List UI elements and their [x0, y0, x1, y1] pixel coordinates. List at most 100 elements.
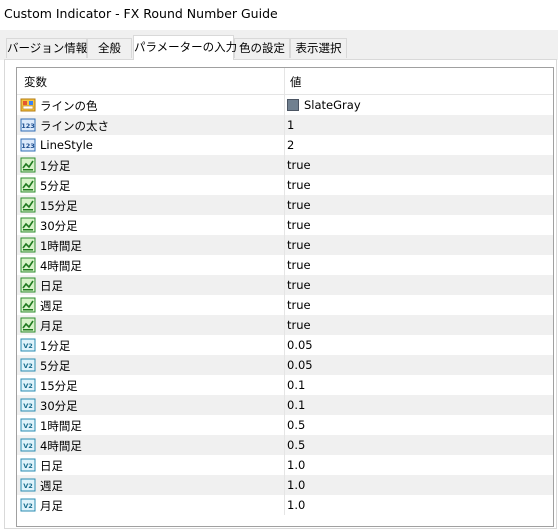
table-row[interactable]: V2 1時間足 0.5	[17, 415, 553, 435]
parameter-value[interactable]: true	[287, 178, 311, 192]
parameter-name: 30分足	[40, 219, 78, 233]
window-title: Custom Indicator - FX Round Number Guide	[4, 6, 278, 21]
parameter-value[interactable]: true	[287, 278, 311, 292]
double-icon: V2	[20, 457, 36, 473]
tab-parameters[interactable]: パラメーターの入力	[133, 35, 237, 60]
parameter-value[interactable]: 1	[287, 118, 294, 132]
parameter-value[interactable]: true	[287, 218, 311, 232]
table-row[interactable]: 15分足 true	[17, 195, 553, 215]
column-divider[interactable]	[284, 68, 285, 94]
boolean-icon	[20, 177, 36, 193]
parameter-name: LineStyle	[40, 138, 93, 152]
table-row[interactable]: V2 月足 1.0	[17, 495, 553, 515]
table-row[interactable]: V2 15分足 0.1	[17, 375, 553, 395]
integer-icon: 123	[20, 117, 36, 133]
parameter-value[interactable]: true	[287, 238, 311, 252]
parameter-value[interactable]: true	[287, 298, 311, 312]
column-divider	[284, 95, 285, 115]
parameter-value[interactable]: 2	[287, 138, 294, 152]
column-divider	[284, 315, 285, 335]
parameter-value[interactable]: 0.1	[287, 378, 305, 392]
boolean-icon	[20, 237, 36, 253]
table-row[interactable]: V2 週足 1.0	[17, 475, 553, 495]
svg-text:V2: V2	[23, 422, 33, 430]
double-icon: V2	[20, 337, 36, 353]
table-header: 変数 値	[17, 68, 553, 95]
parameter-value[interactable]: 0.5	[287, 418, 305, 432]
parameter-value[interactable]: true	[287, 198, 311, 212]
double-icon: V2	[20, 477, 36, 493]
parameter-name: 15分足	[40, 199, 78, 213]
column-divider	[284, 495, 285, 515]
parameter-name: 30分足	[40, 399, 78, 413]
parameter-name: 5分足	[40, 179, 71, 193]
boolean-icon	[20, 257, 36, 273]
svg-text:V2: V2	[23, 362, 33, 370]
tab-colors[interactable]: 色の設定	[234, 38, 290, 58]
table-row[interactable]: V2 30分足 0.1	[17, 395, 553, 415]
parameter-value[interactable]: 1.0	[287, 498, 305, 512]
table-row[interactable]: 日足 true	[17, 275, 553, 295]
boolean-icon	[20, 297, 36, 313]
parameter-value[interactable]: true	[287, 158, 311, 172]
boolean-icon	[20, 217, 36, 233]
svg-text:V2: V2	[23, 442, 33, 450]
svg-text:V2: V2	[23, 462, 33, 470]
table-row[interactable]: ラインの色 SlateGray	[17, 95, 553, 115]
table-row[interactable]: 123 ラインの太さ 1	[17, 115, 553, 135]
svg-text:V2: V2	[23, 482, 33, 490]
parameter-name: 1分足	[40, 159, 71, 173]
svg-text:V2: V2	[23, 342, 33, 350]
svg-text:V2: V2	[23, 402, 33, 410]
table-row[interactable]: V2 4時間足 0.5	[17, 435, 553, 455]
column-divider	[284, 395, 285, 415]
parameter-value[interactable]: 0.05	[287, 338, 313, 352]
double-icon: V2	[20, 377, 36, 393]
parameter-value[interactable]: 1.0	[287, 458, 305, 472]
double-icon: V2	[20, 357, 36, 373]
column-divider	[284, 115, 285, 135]
parameter-value[interactable]: 0.05	[287, 358, 313, 372]
double-icon: V2	[20, 437, 36, 453]
column-divider	[284, 155, 285, 175]
tab-visualization[interactable]: 表示選択	[290, 38, 347, 58]
parameters-table[interactable]: 変数 値 ラインの色 SlateGray 123 ラインの太さ 1 123 LineStyl…	[16, 67, 554, 527]
column-divider	[284, 135, 285, 155]
parameter-value[interactable]: 1.0	[287, 478, 305, 492]
parameter-name: 週足	[40, 299, 63, 313]
table-row[interactable]: 5分足 true	[17, 175, 553, 195]
table-row[interactable]: 1時間足 true	[17, 235, 553, 255]
table-row[interactable]: V2 日足 1.0	[17, 455, 553, 475]
table-row[interactable]: 週足 true	[17, 295, 553, 315]
parameter-value[interactable]: true	[287, 258, 311, 272]
double-icon: V2	[20, 417, 36, 433]
table-row[interactable]: V2 1分足 0.05	[17, 335, 553, 355]
column-divider	[284, 175, 285, 195]
table-row[interactable]: V2 5分足 0.05	[17, 355, 553, 375]
tab-version-info[interactable]: バージョン情報	[6, 38, 87, 58]
column-divider	[284, 335, 285, 355]
table-row[interactable]: 123 LineStyle 2	[17, 135, 553, 155]
parameter-value[interactable]: true	[287, 318, 311, 332]
parameter-name: 1時間足	[40, 419, 82, 433]
parameter-name: 15分足	[40, 379, 78, 393]
double-icon: V2	[20, 397, 36, 413]
color-swatch[interactable]	[287, 99, 299, 111]
table-row[interactable]: 月足 true	[17, 315, 553, 335]
parameter-value[interactable]: 0.1	[287, 398, 305, 412]
table-row[interactable]: 1分足 true	[17, 155, 553, 175]
tab-general[interactable]: 全般	[87, 38, 132, 58]
column-divider	[284, 475, 285, 495]
column-header-variable[interactable]: 変数	[24, 74, 47, 90]
parameter-name: 4時間足	[40, 439, 82, 453]
boolean-icon	[20, 197, 36, 213]
parameter-value[interactable]: SlateGray	[304, 98, 361, 112]
table-row[interactable]: 4時間足 true	[17, 255, 553, 275]
column-header-value[interactable]: 値	[290, 74, 302, 90]
parameter-name: 日足	[40, 459, 63, 473]
column-divider	[284, 195, 285, 215]
column-divider	[284, 235, 285, 255]
table-row[interactable]: 30分足 true	[17, 215, 553, 235]
column-divider	[284, 255, 285, 275]
parameter-value[interactable]: 0.5	[287, 438, 305, 452]
